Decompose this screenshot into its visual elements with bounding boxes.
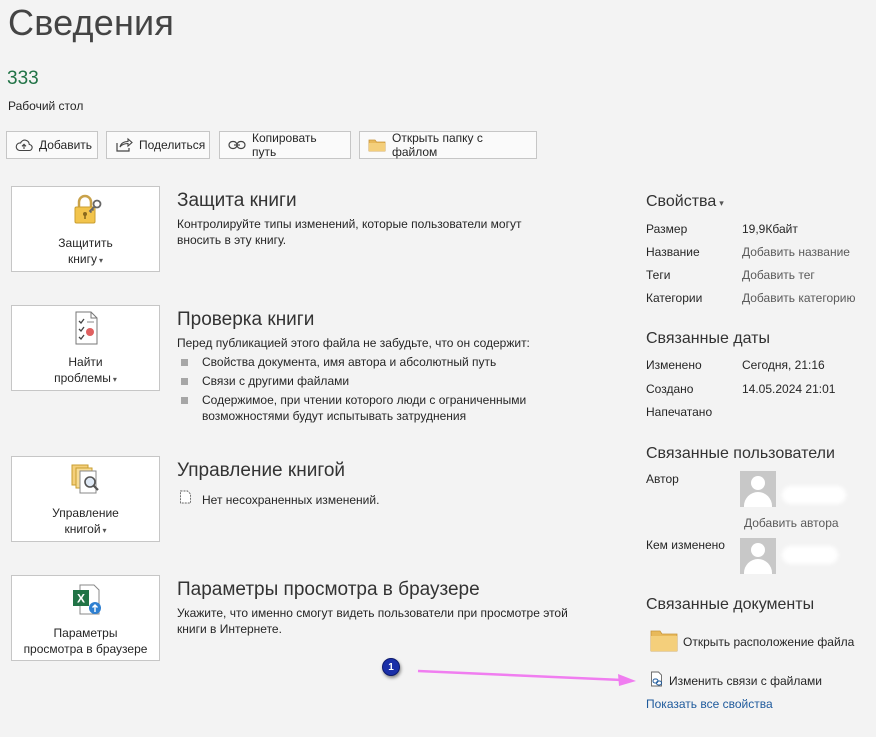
annotation-badge: 1	[382, 658, 400, 676]
annotation-arrow	[417, 669, 636, 686]
